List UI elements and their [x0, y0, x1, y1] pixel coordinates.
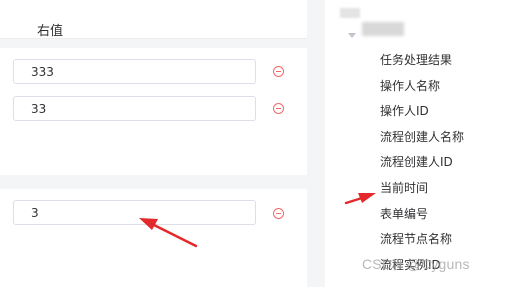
right-value-input[interactable]: [13, 59, 256, 84]
variable-list: 任务处理结果 操作人名称 操作人ID 流程创建人名称 流程创建人ID 当前时间 …: [380, 48, 464, 278]
watermark: CSDN @Cyguns: [362, 256, 470, 272]
column-header: 右值: [0, 0, 307, 39]
variable-item[interactable]: 操作人ID: [380, 99, 464, 125]
blurred-tree-node: [362, 22, 404, 36]
right-value-input[interactable]: [13, 96, 256, 121]
right-value-input[interactable]: [13, 200, 256, 225]
screen: 右值 任务处理结果 操作人名称 操作人ID 流程创建人名称 流程创建人ID 当前…: [0, 0, 513, 287]
remove-circle-icon[interactable]: [273, 103, 284, 114]
remove-circle-icon[interactable]: [273, 66, 284, 77]
remove-circle-icon[interactable]: [273, 208, 284, 219]
blurred-text: [340, 8, 360, 18]
variable-item[interactable]: 当前时间: [380, 176, 464, 202]
condition-panel: 右值: [0, 0, 325, 287]
caret-down-icon[interactable]: [348, 33, 356, 38]
variable-item[interactable]: 流程创建人ID: [380, 150, 464, 176]
variable-item[interactable]: 任务处理结果: [380, 48, 464, 74]
variable-item[interactable]: 流程创建人名称: [380, 125, 464, 151]
variable-item[interactable]: 表单编号: [380, 202, 464, 228]
variable-item[interactable]: 流程节点名称: [380, 227, 464, 253]
right-value-header: 右值: [37, 24, 64, 39]
variable-item[interactable]: 操作人名称: [380, 74, 464, 100]
